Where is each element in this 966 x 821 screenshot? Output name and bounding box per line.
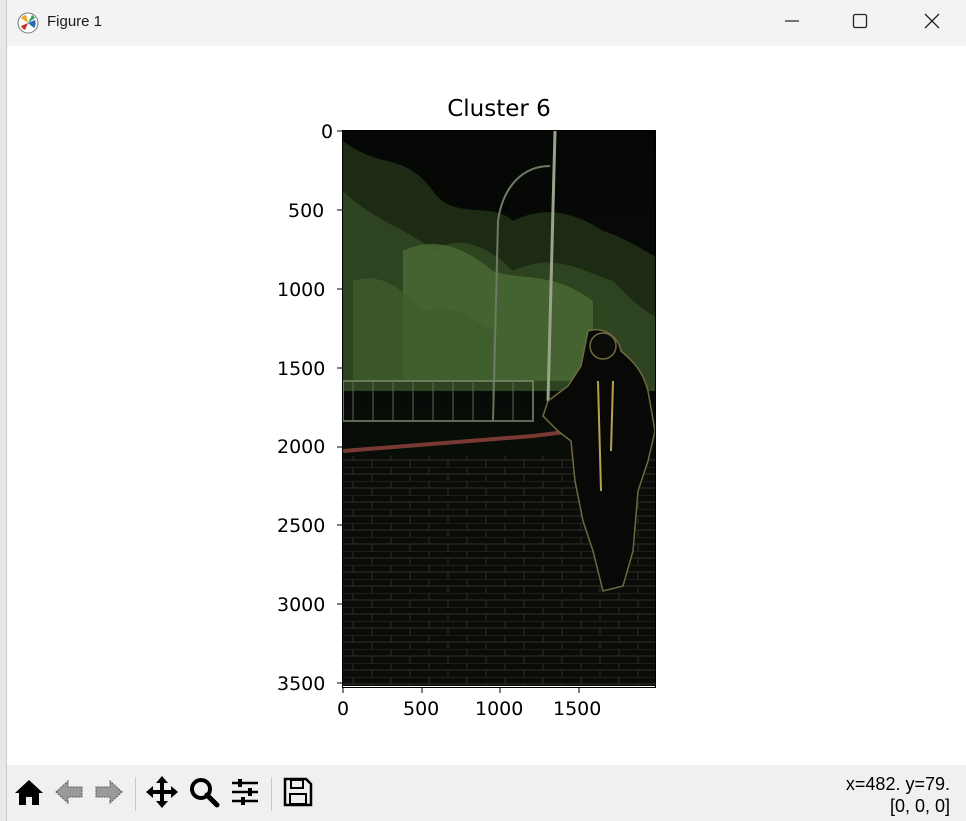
window-title: Figure 1	[47, 13, 103, 30]
zoom-button[interactable]	[185, 775, 223, 813]
maximize-button[interactable]	[837, 0, 883, 46]
figure-window: Figure 1 Cluster 6 0 500 1000 1500 2000 …	[6, 0, 966, 821]
y-tick-label: 2000	[277, 436, 326, 458]
home-button[interactable]	[10, 775, 48, 813]
coords-position: x=482. y=79.	[845, 774, 950, 794]
home-icon	[13, 776, 45, 812]
toolbar-separator	[135, 777, 136, 811]
toolbar-separator	[271, 777, 272, 811]
x-tick-label: 0	[337, 698, 350, 720]
x-tick-label: 500	[403, 698, 440, 720]
x-tick-label: 1000	[475, 698, 524, 720]
maximize-icon	[852, 13, 868, 33]
back-button[interactable]	[50, 775, 88, 813]
y-tick-label: 1500	[277, 358, 326, 380]
x-axis-ticks	[342, 688, 580, 693]
pan-icon	[145, 775, 179, 813]
configure-subplots-button[interactable]	[226, 775, 264, 813]
zoom-icon	[188, 776, 220, 812]
plot-title: Cluster 6	[447, 96, 551, 122]
y-tick-label: 3500	[277, 673, 326, 695]
image-axes[interactable]	[337, 128, 667, 694]
back-icon	[53, 776, 85, 812]
cluster-image	[342, 130, 656, 686]
navigation-toolbar: x=482. y=79. [0, 0, 0]	[7, 765, 966, 821]
y-tick-label: 1000	[277, 279, 326, 301]
minimize-icon	[784, 13, 800, 33]
minimize-button[interactable]	[769, 0, 815, 46]
y-tick-label: 3000	[277, 594, 326, 616]
configure-subplots-icon	[229, 776, 261, 812]
coords-pixel-value: [0, 0, 0]	[889, 796, 950, 816]
close-icon	[924, 13, 940, 33]
pan-button[interactable]	[143, 775, 181, 813]
matplotlib-icon	[17, 12, 39, 34]
x-tick-label: 1500	[553, 698, 602, 720]
figure-canvas[interactable]: Cluster 6 0 500 1000 1500 2000 2500 3000…	[7, 46, 966, 765]
save-button[interactable]	[279, 775, 317, 813]
y-tick-label: 0	[321, 121, 334, 143]
y-tick-label: 500	[288, 200, 325, 222]
close-button[interactable]	[909, 0, 955, 46]
y-axis-ticks	[337, 130, 342, 684]
title-bar: Figure 1	[7, 0, 966, 46]
save-icon	[282, 776, 314, 812]
y-tick-label: 2500	[277, 515, 326, 537]
forward-button[interactable]	[90, 775, 128, 813]
cursor-coordinates: x=482. y=79. [0, 0, 0]	[846, 773, 950, 817]
forward-icon	[93, 776, 125, 812]
